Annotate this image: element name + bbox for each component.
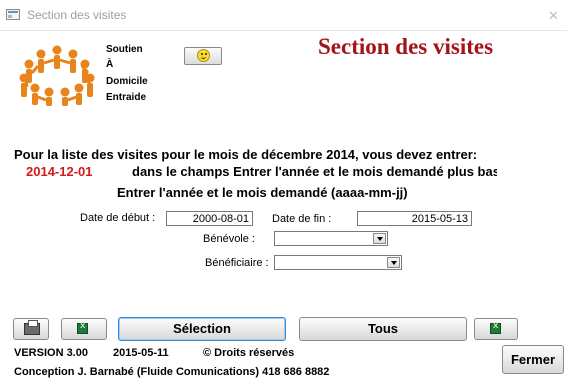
instruction-line-1: Pour la liste des visites pour le mois d… [14,147,478,162]
end-date-label: Date de fin : [272,213,332,225]
export-excel-all-button[interactable] [474,318,518,340]
print-button[interactable] [13,318,49,340]
excel-icon [77,321,88,334]
org-name-line-2: À [106,59,114,70]
smiley-icon [197,49,210,62]
instruction-line-2: dans le champs Entrer l'année et le mois… [132,164,497,179]
export-excel-button[interactable] [61,318,107,340]
version-date: 2015-05-11 [113,347,169,359]
people-circle-logo [19,45,95,106]
window-titlebar: Section des visites ✕ [0,0,567,31]
close-button[interactable]: Fermer [502,345,564,374]
credits-text: Conception J. Barnabé (Fluide Comunicati… [14,366,330,378]
chevron-down-icon[interactable] [373,233,386,244]
org-name-line-4: Entraide [106,92,147,103]
beneficiary-select[interactable] [274,255,402,270]
org-name-line-1: Soutien [106,44,143,55]
all-button[interactable]: Tous [299,317,467,341]
close-window-icon[interactable]: ✕ [548,8,559,24]
start-date-field[interactable]: 2000-08-01 [166,211,253,226]
chevron-down-icon[interactable] [387,257,400,268]
end-date-field[interactable]: 2015-05-13 [357,211,472,226]
form-icon [6,9,20,20]
volunteer-select[interactable] [274,231,388,246]
org-name-line-3: Domicile [106,76,148,87]
instruction-line-3: Entrer l'année et le mois demandé (aaaa-… [117,185,408,200]
page-title: Section des visites [318,34,494,59]
window-title: Section des visites [27,8,127,22]
volunteer-label: Bénévole : [203,233,255,245]
smiley-button[interactable] [184,47,222,65]
beneficiary-label: Bénéficiaire : [205,257,269,269]
start-date-label: Date de début : [80,212,156,224]
instruction-example-date: 2014-12-01 [26,164,93,179]
printer-icon [24,320,40,335]
rights-text: © Droits réservés [203,347,295,359]
version-text: VERSION 3.00 [14,347,88,359]
selection-button[interactable]: Sélection [118,317,286,341]
excel-icon [490,321,501,334]
